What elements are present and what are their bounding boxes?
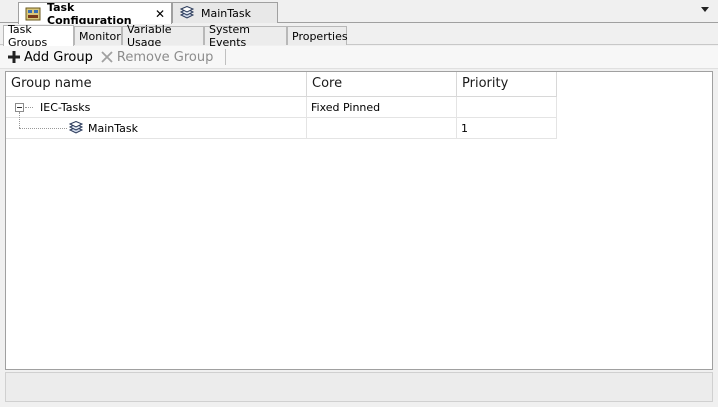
task-stack-icon: [68, 120, 84, 135]
task-name-label: MainTask: [88, 122, 138, 135]
group-name-label: IEC-Tasks: [40, 101, 91, 114]
tab-label: Properties: [292, 29, 348, 43]
tab-label: Monitor: [79, 29, 121, 43]
tree-connector: [19, 128, 67, 129]
toolbar: Add Group Remove Group: [0, 46, 718, 69]
task-name-cell[interactable]: MainTask: [6, 112, 307, 138]
tree-connector: [19, 112, 20, 128]
collapse-toggle-icon[interactable]: [15, 103, 24, 112]
table-row-maintask[interactable]: MainTask 1: [6, 112, 557, 139]
chevron-down-icon[interactable]: [700, 4, 710, 14]
column-header-priority[interactable]: Priority: [457, 72, 557, 96]
group-name-cell[interactable]: IEC-Tasks: [6, 97, 307, 117]
plus-icon: [8, 51, 20, 63]
tab-variable-usage[interactable]: Variable Usage: [122, 23, 204, 49]
tab-task-configuration[interactable]: Task Configuration ✕: [18, 1, 172, 27]
tab-properties[interactable]: Properties: [287, 26, 348, 45]
tab-monitor[interactable]: Monitor: [74, 26, 122, 45]
tab-label: MainTask: [201, 6, 251, 20]
column-header-core[interactable]: Core: [307, 72, 457, 96]
tab-task-groups[interactable]: Task Groups: [3, 23, 74, 49]
tab-system-events[interactable]: System Events: [204, 23, 287, 49]
add-group-button[interactable]: Add Group: [8, 50, 93, 65]
status-bar: [5, 372, 713, 402]
priority-cell[interactable]: 1: [457, 118, 557, 138]
delete-x-icon: [101, 51, 113, 63]
remove-group-button[interactable]: Remove Group: [101, 50, 213, 65]
grid-header: Group name Core Priority: [6, 72, 557, 97]
priority-cell[interactable]: [457, 97, 557, 117]
sub-tab-bar: Task Groups Monitor Variable Usage Syste…: [0, 23, 718, 49]
task-groups-panel: Group name Core Priority IEC-Tasks Fixed…: [5, 71, 713, 370]
close-icon[interactable]: ✕: [155, 7, 165, 21]
tab-maintask[interactable]: MainTask: [172, 2, 278, 23]
remove-group-label: Remove Group: [116, 49, 214, 65]
task-stack-icon: [179, 5, 195, 21]
toolbar-separator: [225, 49, 227, 65]
task-configuration-icon: [25, 6, 41, 22]
tree-connector: [25, 107, 33, 108]
task-groups-grid: Group name Core Priority IEC-Tasks Fixed…: [6, 72, 557, 139]
document-tab-bar: Task Configuration ✕ MainTask: [0, 0, 718, 27]
core-cell[interactable]: Fixed Pinned: [307, 97, 457, 117]
add-group-label: Add Group: [24, 49, 93, 65]
column-header-group-name[interactable]: Group name: [6, 72, 307, 96]
core-cell[interactable]: [307, 118, 457, 138]
table-row-iec-tasks[interactable]: IEC-Tasks Fixed Pinned: [6, 97, 557, 118]
